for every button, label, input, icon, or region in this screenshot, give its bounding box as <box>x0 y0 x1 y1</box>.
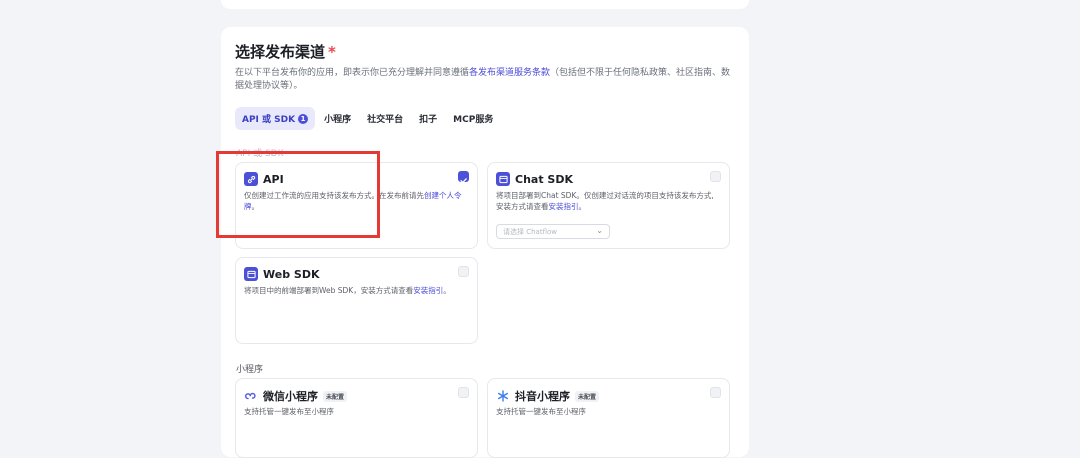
douyin-card-title: 抖音小程序 未配置 <box>496 388 600 404</box>
wechat-mini-program-card[interactable]: 微信小程序 未配置 支持托管一键发布至小程序 <box>235 378 478 458</box>
chat-sdk-install-guide-link[interactable]: 安装指引 <box>549 202 579 211</box>
required-mark: * <box>328 43 336 61</box>
not-configured-tag: 未配置 <box>323 390 348 402</box>
wechat-mini-program-icon <box>244 389 258 403</box>
chevron-down-icon: ⌄ <box>596 226 603 235</box>
wechat-card-description: 支持托管一键发布至小程序 <box>244 407 334 416</box>
wechat-checkbox[interactable] <box>458 387 469 398</box>
tab-api-sdk[interactable]: API 或 SDK 1 <box>235 107 316 130</box>
web-sdk-checkbox[interactable] <box>458 266 469 277</box>
chat-sdk-checkbox[interactable] <box>710 171 721 182</box>
douyin-mini-program-card[interactable]: 抖音小程序 未配置 支持托管一键发布至小程序 <box>487 378 730 458</box>
web-sdk-card-title: Web SDK <box>244 267 319 281</box>
channel-tabs: API 或 SDK 1 小程序 社交平台 扣子 MCP服务 <box>235 107 502 130</box>
chatflow-select[interactable]: 请选择 Chatflow ⌄ <box>496 224 610 239</box>
annotation-highlight-box <box>216 151 380 238</box>
web-sdk-card-description: 将项目中的前端部署到Web SDK，安装方式请查看安装指引。 <box>244 286 451 295</box>
chat-sdk-card-title: Chat SDK <box>496 172 573 186</box>
tab-count-badge: 1 <box>298 113 309 124</box>
mini-program-group-label: 小程序 <box>236 365 264 375</box>
chat-sdk-card-description: 将项目部署到Chat SDK。仅创建过对话流的项目支持该发布方式,安装方式请查看… <box>496 191 714 211</box>
douyin-checkbox[interactable] <box>710 387 721 398</box>
publish-channel-panel: 选择发布渠道 * 在以下平台发布你的应用，即表示你已充分理解并同意遵循各发布渠道服… <box>221 27 749 458</box>
browser-window-icon <box>244 267 258 281</box>
tab-mcp[interactable]: MCP服务 <box>446 107 500 130</box>
tab-coze[interactable]: 扣子 <box>412 107 444 130</box>
web-sdk-install-guide-link[interactable]: 安装指引 <box>413 286 443 295</box>
web-sdk-card[interactable]: Web SDK 将项目中的前端部署到Web SDK，安装方式请查看安装指引。 <box>235 257 478 344</box>
douyin-card-description: 支持托管一键发布至小程序 <box>496 407 586 416</box>
tab-social[interactable]: 社交平台 <box>360 107 410 130</box>
section-title: 选择发布渠道 * <box>235 43 336 61</box>
chat-window-icon <box>496 172 510 186</box>
terms-link[interactable]: 各发布渠道服务条款 <box>469 68 550 78</box>
douyin-mini-program-icon <box>496 389 510 403</box>
chat-sdk-card[interactable]: Chat SDK 将项目部署到Chat SDK。仅创建过对话流的项目支持该发布方… <box>487 162 730 249</box>
previous-section-card <box>221 0 749 9</box>
check-icon <box>460 178 467 184</box>
wechat-card-title: 微信小程序 未配置 <box>244 388 348 404</box>
section-description: 在以下平台发布你的应用，即表示你已充分理解并同意遵循各发布渠道服务条款（包括但不… <box>235 68 731 91</box>
api-checkbox[interactable] <box>458 171 469 184</box>
tab-mini-program[interactable]: 小程序 <box>317 107 358 130</box>
not-configured-tag: 未配置 <box>575 390 600 402</box>
